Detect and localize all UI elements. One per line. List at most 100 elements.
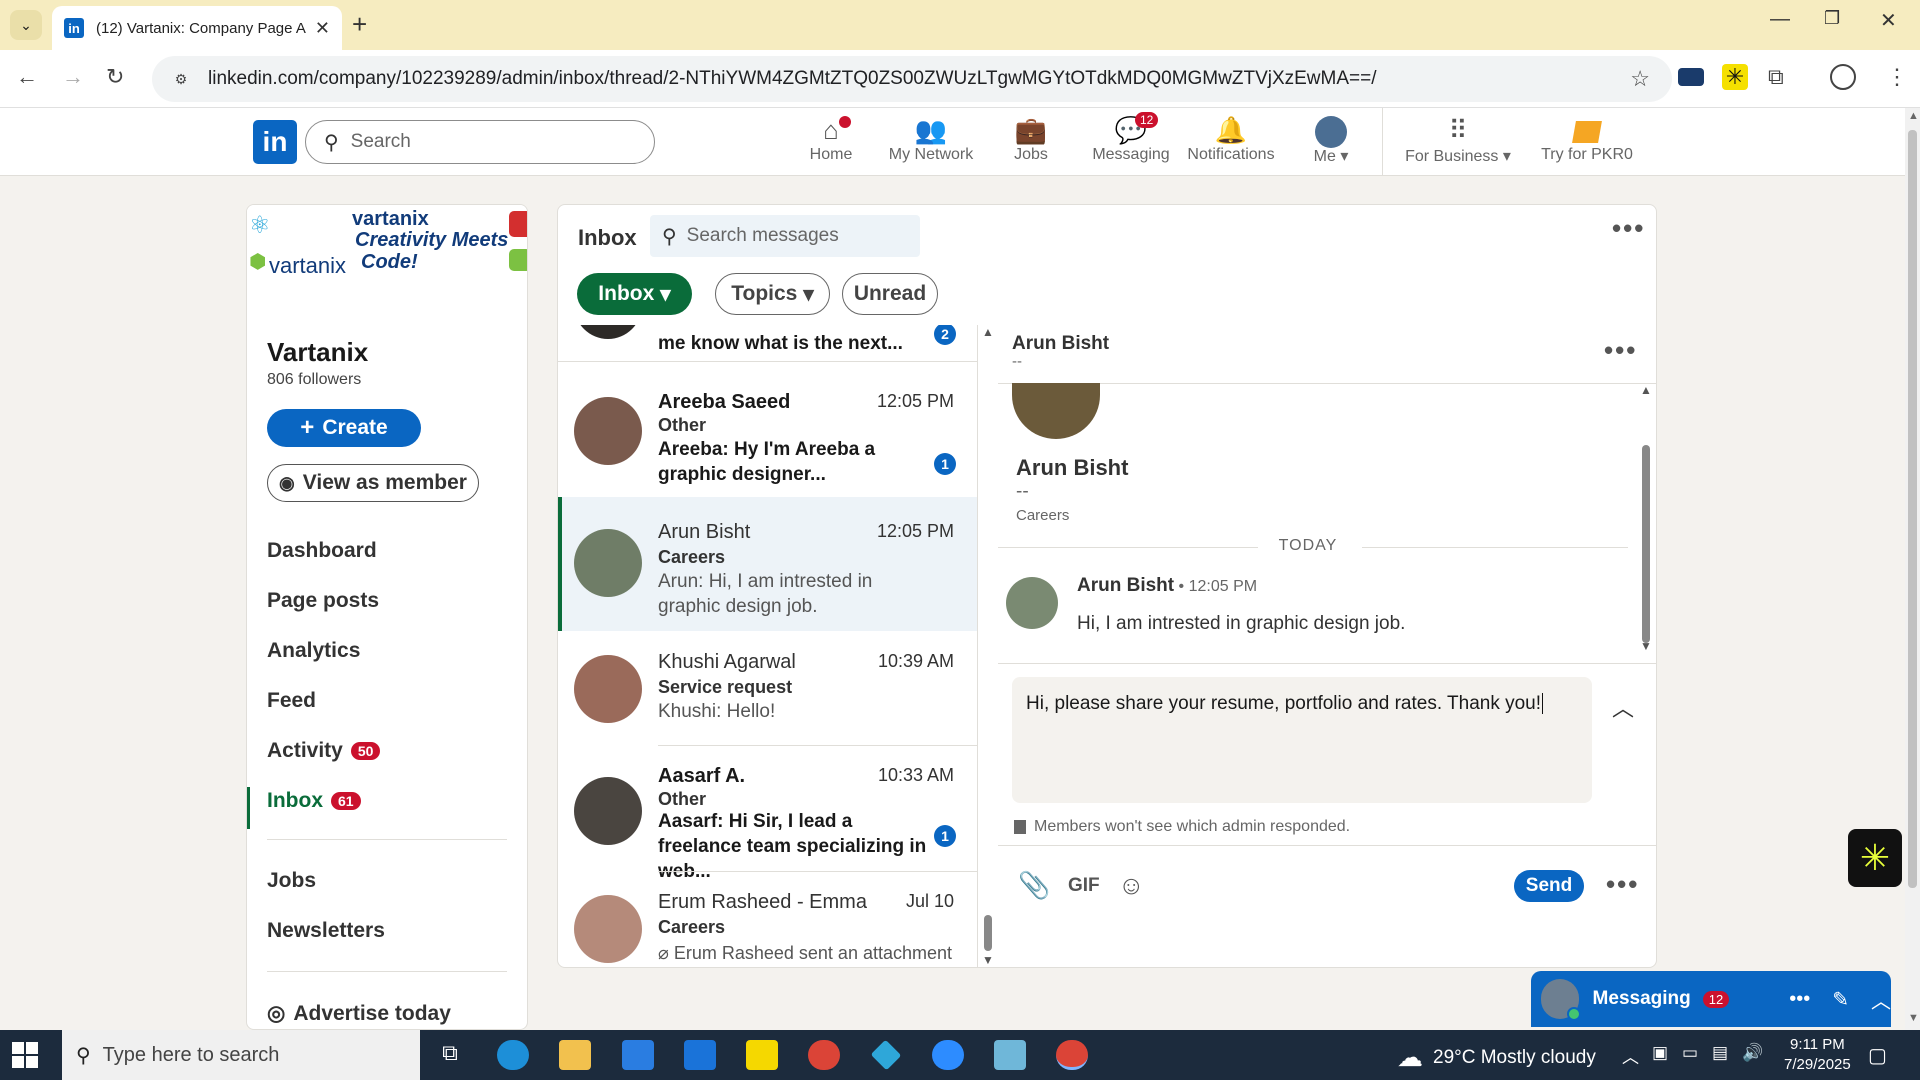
edge-icon[interactable] <box>497 1040 529 1070</box>
extension-widget-icon[interactable]: ✳ <box>1848 829 1902 887</box>
nav-activity[interactable]: Activity 50 <box>267 739 381 763</box>
profile-name[interactable]: Arun Bisht <box>1016 455 1128 481</box>
more-icon[interactable]: ••• <box>1789 988 1810 1011</box>
extension-icon[interactable] <box>1678 68 1704 86</box>
tab-search-icon[interactable]: ⌄ <box>10 10 42 40</box>
page-scrollbar[interactable]: ▲ ▼ <box>1905 108 1920 1030</box>
linkedin-logo-icon[interactable]: in <box>253 120 297 164</box>
conversation-item[interactable]: Aasarf A. 10:33 AM Other Aasarf: Hi Sir,… <box>558 745 977 882</box>
reload-icon[interactable]: ↻ <box>106 64 124 90</box>
nav-analytics[interactable]: Analytics <box>267 639 360 663</box>
compose-message-input[interactable]: Hi, please share your resume, portfolio … <box>1012 677 1592 803</box>
nav-my-network[interactable]: 👥 My Network <box>881 114 981 164</box>
nav-me[interactable]: Me ▾ <box>1281 114 1381 166</box>
chevron-up-icon[interactable]: ︿ <box>1871 985 1891 1014</box>
inbox-more-icon[interactable]: ••• <box>1612 213 1645 244</box>
close-tab-icon[interactable]: ✕ <box>315 18 330 39</box>
sender-name[interactable]: Arun Bisht <box>1077 575 1174 596</box>
conversation-item[interactable]: me know what is the next... 2 <box>558 325 977 359</box>
chrome-active-icon[interactable] <box>1056 1040 1088 1070</box>
nav-notifications[interactable]: 🔔 Notifications <box>1181 114 1281 164</box>
create-button[interactable]: + Create <box>267 409 421 447</box>
thread-more-icon[interactable]: ••• <box>1604 335 1637 366</box>
meet-now-icon[interactable]: ▣ <box>1652 1043 1668 1063</box>
browser-menu-icon[interactable]: ⋮ <box>1886 64 1912 90</box>
back-icon[interactable]: ← <box>16 64 38 90</box>
bookmark-star-icon[interactable]: ☆ <box>1630 66 1650 92</box>
weather-widget[interactable]: ☁ 29°C Mostly cloudy <box>1397 1042 1596 1073</box>
view-as-member-button[interactable]: ◉ View as member <box>267 464 479 502</box>
company-name[interactable]: Vartanix <box>267 337 368 368</box>
store-icon[interactable] <box>622 1040 654 1070</box>
app-icon[interactable] <box>994 1040 1026 1070</box>
sender-avatar[interactable] <box>1006 577 1058 629</box>
message-search-input[interactable]: ⚲ Search messages <box>650 215 920 257</box>
compose-icon[interactable]: ✎ <box>1832 987 1849 1012</box>
gif-button[interactable]: GIF <box>1068 875 1100 897</box>
filter-inbox-label: Inbox <box>598 282 655 305</box>
taskbar-search-input[interactable]: ⚲ Type here to search <box>62 1030 420 1080</box>
system-clock[interactable]: 9:11 PM 7/29/2025 <box>1784 1035 1851 1075</box>
emoji-icon[interactable]: ☺ <box>1118 870 1145 901</box>
conversation-item[interactable]: Areeba Saeed 12:05 PM Other Areeba: Hy I… <box>558 361 977 497</box>
notifications-icon[interactable]: ▢ <box>1868 1043 1887 1068</box>
vscode-icon[interactable] <box>870 1039 902 1071</box>
filter-topics-button[interactable]: Topics ▾ <box>715 273 830 315</box>
zoom-icon[interactable] <box>932 1040 964 1070</box>
nav-jobs-admin[interactable]: Jobs <box>267 869 316 893</box>
conversation-item-selected[interactable]: Arun Bisht 12:05 PM Careers Arun: Hi, I … <box>558 497 977 631</box>
extension-sparkle-icon[interactable]: ✳ <box>1722 64 1748 90</box>
nav-messaging[interactable]: 💬 12 Messaging <box>1081 112 1181 164</box>
profile-icon[interactable] <box>1830 64 1856 90</box>
nav-inbox[interactable]: Inbox 61 <box>267 789 361 813</box>
close-window-icon[interactable]: ✕ <box>1880 8 1897 33</box>
sticky-notes-icon[interactable] <box>746 1040 778 1070</box>
nav-feed[interactable]: Feed <box>267 689 316 713</box>
conversation-item[interactable]: Khushi Agarwal 10:39 AM Service request … <box>558 631 977 745</box>
thread-header-name[interactable]: Arun Bisht <box>1012 333 1109 355</box>
chrome-icon[interactable] <box>808 1040 840 1070</box>
conversation-scrollbar[interactable]: ▲ ▼ <box>980 325 994 967</box>
chevron-up-icon[interactable]: ︿ <box>1622 1043 1639 1068</box>
windows-start-icon[interactable] <box>12 1042 38 1068</box>
restore-icon[interactable]: ❐ <box>1824 8 1840 29</box>
send-options-icon[interactable]: ••• <box>1606 869 1639 900</box>
conversation-item[interactable]: Erum Rasheed - Emma Jul 10 Careers ⌀ Eru… <box>558 871 977 967</box>
nav-page-posts[interactable]: Page posts <box>267 589 379 613</box>
url-text[interactable]: linkedin.com/company/102239289/admin/inb… <box>208 68 1377 90</box>
minimize-icon[interactable]: — <box>1770 8 1790 31</box>
nav-newsletters[interactable]: Newsletters <box>267 919 385 943</box>
filter-inbox-button[interactable]: Inbox ▾ <box>577 273 692 315</box>
filter-unread-button[interactable]: Unread <box>842 273 938 315</box>
nav-home[interactable]: ⌂ Home <box>781 114 881 164</box>
nav-for-business[interactable]: ⠿ For Business ▾ <box>1398 114 1518 166</box>
nav-jobs[interactable]: 💼 Jobs <box>981 114 1081 164</box>
messaging-overlay-bar[interactable]: Messaging 12 ••• ✎ ︿ <box>1531 971 1891 1027</box>
site-info-icon[interactable]: ⚙ <box>168 66 194 92</box>
advertise-link[interactable]: ◎ Advertise today <box>267 1001 451 1026</box>
browser-tab[interactable]: in (12) Vartanix: Company Page Ac ✕ <box>52 6 342 50</box>
mail-icon[interactable] <box>684 1040 716 1070</box>
thread-scrollbar[interactable]: ▲ ▼ <box>1638 383 1654 653</box>
scrollbar-thumb[interactable] <box>1642 445 1650 643</box>
profile-avatar[interactable] <box>1012 383 1100 439</box>
extensions-puzzle-icon[interactable]: ⧉ <box>1768 64 1794 90</box>
file-explorer-icon[interactable] <box>559 1040 591 1070</box>
battery-icon[interactable]: ▭ <box>1682 1043 1698 1063</box>
new-tab-icon[interactable]: + <box>352 9 367 40</box>
address-bar[interactable]: ⚙ linkedin.com/company/102239289/admin/i… <box>152 56 1672 102</box>
paperclip-icon[interactable]: 📎 <box>1018 870 1050 901</box>
task-view-icon[interactable]: ⧉ <box>434 1040 466 1070</box>
forward-icon[interactable]: → <box>62 64 84 90</box>
nav-premium[interactable]: Try for PKR0 <box>1528 114 1646 164</box>
network-icon[interactable]: ▤ <box>1712 1043 1728 1063</box>
scrollbar-thumb[interactable] <box>1908 130 1917 888</box>
global-search-input[interactable]: ⚲ Search <box>305 120 655 164</box>
nav-dashboard[interactable]: Dashboard <box>267 539 377 563</box>
scrollbar-thumb[interactable] <box>984 915 992 951</box>
conversation-list[interactable]: me know what is the next... 2 Areeba Sae… <box>558 325 978 967</box>
online-status-icon <box>1566 1007 1581 1021</box>
send-button[interactable]: Send <box>1514 870 1584 902</box>
chevron-up-icon[interactable]: ︿ <box>1612 691 1634 723</box>
volume-icon[interactable]: 🔊 <box>1742 1043 1763 1063</box>
